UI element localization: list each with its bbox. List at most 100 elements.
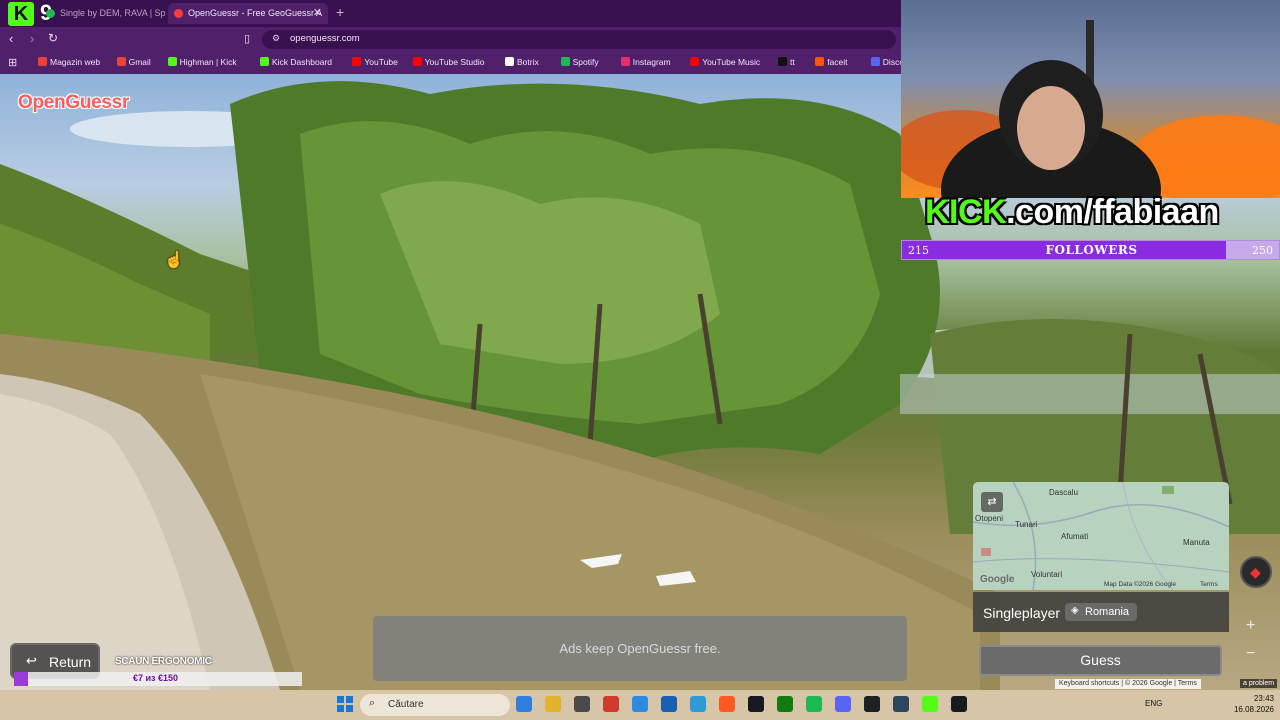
bookmark-icon[interactable]: ▯ [244, 32, 250, 45]
map-place-label: Afumati [1061, 532, 1089, 541]
donation-goal-bar: €7 из €150 [14, 672, 302, 686]
layers-icon: ◈ [1071, 605, 1079, 616]
bookmark-favicon-icon [116, 57, 126, 66]
taskbar-app-icon[interactable] [777, 696, 793, 712]
bookmark-label: Spotify [572, 57, 599, 67]
bookmark-item[interactable]: Instagram [620, 57, 671, 67]
bookmarks-bar: ⊞ Magazin web Gmail Highman | Kick Kick Das… [0, 52, 1007, 74]
taskbar-app-icon[interactable] [632, 696, 648, 712]
taskbar-app-icon[interactable] [690, 696, 706, 712]
map-place-label: Dascalu [1049, 488, 1078, 497]
taskbar-app-icon[interactable] [835, 696, 851, 712]
country-label: Romania [1085, 606, 1130, 618]
bookmark-item[interactable]: Kick Dashboard [260, 57, 332, 67]
bookmark-favicon-icon [690, 57, 700, 66]
follower-goal-bar: 215 FOLLOWERS 250 [901, 240, 1280, 260]
apps-grid-icon[interactable]: ⊞ [8, 56, 17, 69]
compass-icon[interactable]: ◆ [1240, 556, 1272, 588]
bookmark-label: YouTube [364, 57, 398, 67]
bookmark-favicon-icon [870, 57, 880, 66]
bookmark-item[interactable]: tt [778, 57, 795, 67]
bookmark-favicon-icon [260, 57, 269, 66]
map-terms-link[interactable]: Terms [1200, 581, 1218, 588]
site-info-icon[interactable]: ⚙ [272, 33, 280, 44]
ad-banner: Ads keep OpenGuessr free. [373, 616, 907, 681]
kick-logo-icon: K [8, 2, 34, 26]
game-mode-bar: Singleplayer ◈ Romania [973, 592, 1229, 632]
reload-icon[interactable]: ↻ [48, 31, 58, 45]
taskbar-search-placeholder: Căutare [388, 699, 424, 710]
spotify-icon [46, 9, 55, 18]
guess-button[interactable]: Guess [979, 645, 1222, 676]
taskbar-app-icon[interactable] [661, 696, 677, 712]
taskbar-app-icon[interactable] [748, 696, 764, 712]
bookmark-item[interactable]: Gmail [116, 57, 151, 67]
tab-title: Single by DEM, RAVA | Spo [60, 8, 165, 18]
openguessr-logo[interactable]: OpenGuessr [18, 92, 129, 114]
tab-spotify[interactable]: Single by DEM, RAVA | Spo [40, 3, 165, 24]
bookmark-favicon-icon [38, 57, 47, 66]
taskbar-app-icon[interactable] [864, 696, 880, 712]
windows-start-icon[interactable] [337, 696, 353, 712]
bookmark-label: Magazin web [50, 57, 101, 67]
donation-goal-widget: SCAUN ERGONOMIC €7 из €150 [14, 655, 302, 688]
taskbar-app-icon[interactable] [603, 696, 619, 712]
map-place-label: Voluntari [1031, 570, 1063, 579]
omnibox[interactable]: ⚙ openguessr.com [262, 30, 896, 49]
clock-date: 16.08.2026 [1233, 705, 1274, 714]
taskbar-search[interactable]: ⌕ Căutare [360, 694, 510, 716]
bookmark-favicon-icon [167, 57, 177, 66]
openguessr-favicon-icon [174, 9, 183, 18]
mode-label: Singleplayer [983, 605, 1061, 621]
taskbar-app-icon[interactable] [806, 696, 822, 712]
clock-time: 23:43 [1253, 694, 1274, 703]
map-attribution: Map Data ©2026 Google [1104, 581, 1177, 588]
donation-goal-amount: €7 из €150 [133, 673, 179, 683]
bookmark-item[interactable]: Botrix [505, 57, 539, 67]
tab-openguessr[interactable]: OpenGuessr - Free GeoGuessr A ✕ [168, 3, 328, 24]
bookmark-item[interactable]: YouTube [352, 57, 398, 67]
kick-brand-text: KICK [925, 193, 1007, 231]
donation-goal-fill [14, 672, 28, 686]
bookmark-favicon-icon [560, 57, 570, 66]
map-place-label: Otopeni [975, 514, 1004, 523]
language-indicator[interactable]: ENG [1145, 699, 1162, 708]
forward-icon[interactable]: › [30, 31, 34, 46]
zoom-out-button[interactable]: − [1246, 645, 1255, 663]
report-problem-link[interactable]: a problem [1240, 679, 1278, 688]
zoom-in-button[interactable]: + [1246, 617, 1255, 635]
bookmark-item[interactable]: Magazin web [38, 57, 100, 67]
taskbar-app-icon[interactable] [893, 696, 909, 712]
bookmark-item[interactable]: Spotify [560, 57, 599, 67]
country-selector[interactable]: ◈ Romania [1065, 603, 1138, 621]
bookmark-favicon-icon [352, 57, 362, 66]
bookmark-item[interactable]: Highman | Kick [167, 57, 237, 67]
taskbar-app-icon[interactable] [516, 696, 532, 712]
bookmark-label: faceit [827, 57, 848, 67]
taskbar-app-icon[interactable] [922, 696, 938, 712]
google-footer[interactable]: Keyboard shortcuts | © 2026 Google | Ter… [1055, 679, 1201, 689]
bookmark-item[interactable]: YouTube Studio [412, 57, 484, 67]
bookmark-label: Gmail [128, 57, 151, 67]
mouse-cursor-icon: ☝ [164, 252, 184, 269]
bookmark-favicon-icon [778, 57, 787, 66]
new-tab-button[interactable]: + [336, 4, 344, 20]
map-place-label: Manuta [1183, 538, 1210, 547]
bookmark-label: tt [790, 57, 795, 67]
google-logo: Google [980, 574, 1015, 585]
bookmark-label: Kick Dashboard [272, 57, 333, 67]
taskbar-app-icon[interactable] [719, 696, 735, 712]
minimap-expand-icon[interactable]: ⇄ [981, 492, 1003, 512]
map-place-label: Tunari [1015, 520, 1038, 529]
taskbar-app-icon[interactable] [574, 696, 590, 712]
taskbar-app-icon[interactable] [545, 696, 561, 712]
search-icon: ⌕ [369, 697, 376, 709]
system-clock[interactable]: 23:43 16.08.2026 [1218, 693, 1274, 715]
taskbar-app-icon[interactable] [951, 696, 967, 712]
bookmark-favicon-icon [620, 57, 630, 66]
close-tab-icon[interactable]: ✕ [313, 3, 322, 24]
back-icon[interactable]: ‹ [9, 31, 13, 46]
bookmark-item[interactable]: faceit [815, 57, 848, 67]
bookmark-item[interactable]: YouTube Music [690, 57, 760, 67]
kick-channel-banner: KICK.com/ffabiaan [925, 193, 1219, 232]
